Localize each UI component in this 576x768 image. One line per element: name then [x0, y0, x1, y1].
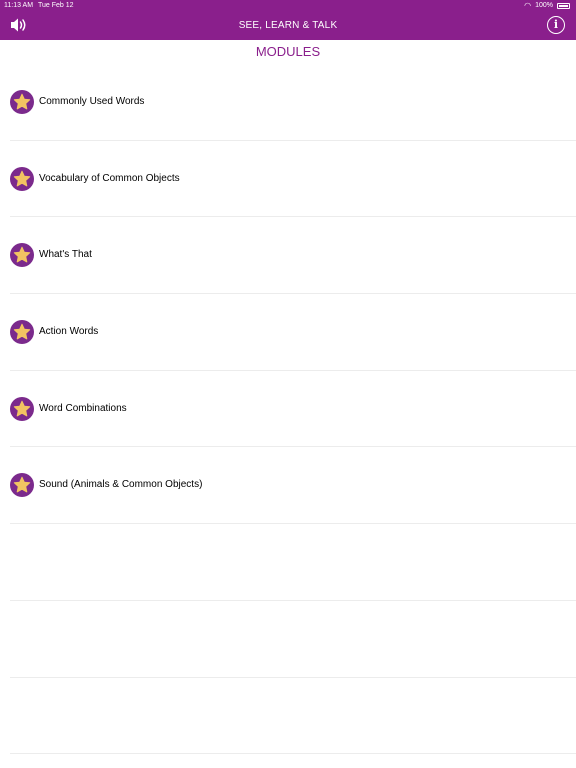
module-row[interactable]: What's That [10, 217, 576, 295]
star-icon [10, 90, 34, 114]
module-label: Commonly Used Words [39, 96, 145, 107]
module-row[interactable]: Sound (Animals & Common Objects) [10, 447, 576, 525]
star-icon [10, 166, 34, 191]
battery-percent: 100% [535, 2, 553, 9]
empty-row [10, 678, 576, 755]
empty-row [10, 601, 576, 678]
module-label: Sound (Animals & Common Objects) [39, 479, 203, 491]
module-label: Action Words [39, 326, 99, 338]
status-date: Tue Feb 12 [38, 2, 74, 9]
app-title: SEE, LEARN & TALK [238, 20, 338, 31]
nav-bar: SEE, LEARN & TALK i [0, 11, 576, 40]
module-label: What's That [39, 249, 92, 261]
empty-row [10, 524, 576, 601]
star-icon [10, 473, 34, 498]
star-icon [10, 243, 34, 268]
module-row[interactable]: Commonly Used Words [10, 64, 576, 141]
module-row[interactable]: Vocabulary of Common Objects [10, 141, 576, 218]
module-row[interactable]: Word Combinations [10, 371, 576, 448]
page-title: MODULES [255, 44, 321, 59]
status-time: 11:13 AM [4, 2, 34, 9]
status-right: ◠ 100% [524, 0, 570, 11]
star-icon [10, 396, 34, 421]
star-icon [10, 320, 34, 345]
module-label: Word Combinations [39, 402, 127, 414]
module-row[interactable]: Action Words [10, 294, 576, 371]
battery-icon [557, 2, 570, 9]
wifi-icon: ◠ [524, 1, 532, 10]
status-bar: 11:13 AM Tue Feb 12 ◠ 100% [0, 0, 576, 11]
module-label: Vocabulary of Common Objects [39, 172, 180, 184]
info-icon[interactable]: i [547, 16, 565, 34]
module-list: Commonly Used Words Vocabulary of Common … [0, 64, 576, 755]
